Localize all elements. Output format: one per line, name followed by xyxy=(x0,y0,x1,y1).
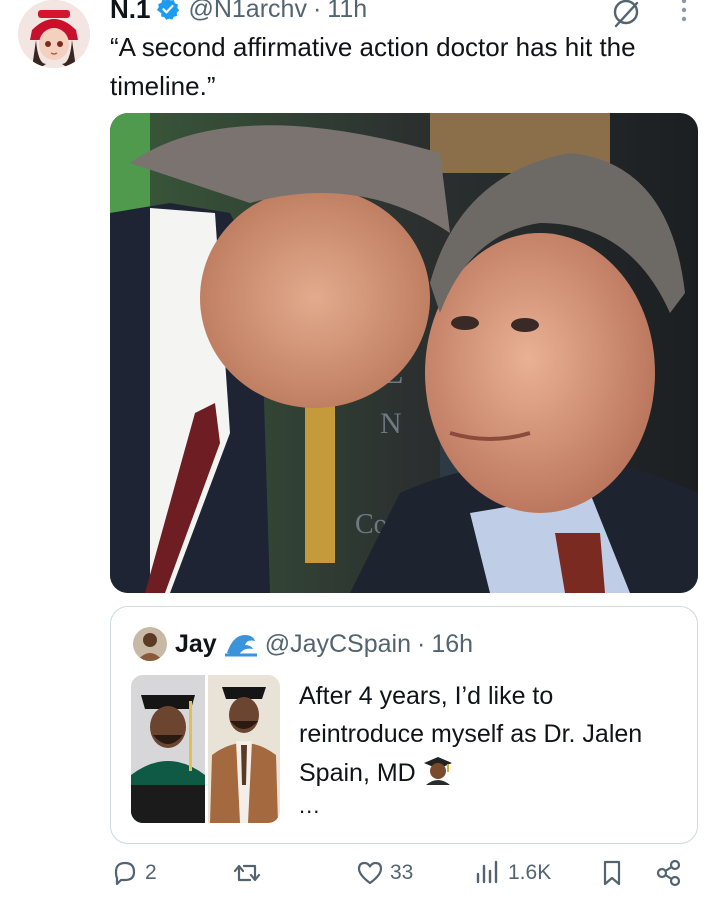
quoted-header-separator: · xyxy=(417,629,426,658)
share-icon xyxy=(656,859,681,887)
quoted-tweet-timestamp[interactable]: 16h xyxy=(431,630,473,659)
view-count: 1.6K xyxy=(508,861,552,884)
quoted-tweet-truncation: ... xyxy=(299,793,321,818)
svg-text:N: N xyxy=(380,407,402,440)
quoted-photo-2[interactable] xyxy=(208,675,280,823)
views-button[interactable]: 1.6K xyxy=(473,858,551,888)
bookmark-button[interactable] xyxy=(597,858,627,888)
grok-icon[interactable] xyxy=(610,0,642,30)
reply-icon xyxy=(114,861,136,886)
share-button[interactable] xyxy=(654,858,684,888)
quoted-tweet-card[interactable]: Jay @JayCSpain · 16h After 4 years, I’d … xyxy=(110,606,698,844)
header-separator: · xyxy=(312,0,322,23)
like-count: 33 xyxy=(390,861,414,884)
quoted-author-avatar[interactable] xyxy=(133,627,167,661)
bookmark-icon xyxy=(603,860,621,886)
quoted-photo-1[interactable] xyxy=(131,675,205,823)
author-display-name[interactable]: N.1 xyxy=(110,0,150,25)
author-avatar[interactable] xyxy=(18,0,90,68)
tweet-text: “A second affirmative action doctor has … xyxy=(110,32,636,101)
tweet-action-bar: 2 33 1.6K xyxy=(0,858,720,898)
tweet-photo[interactable]: RE N Co xyxy=(110,113,698,593)
tweet-header: N.1 @N1archv · 11h xyxy=(110,0,367,26)
retweet-button[interactable] xyxy=(232,858,267,888)
reply-button[interactable]: 2 xyxy=(110,858,157,888)
views-chart-icon xyxy=(476,860,498,884)
quoted-author-handle[interactable]: @JayCSpain xyxy=(265,630,411,659)
tweet-timestamp[interactable]: 11h xyxy=(327,0,367,24)
reply-count: 2 xyxy=(145,861,157,884)
retweet-icon xyxy=(233,864,261,882)
quoted-tweet-header: Jay @JayCSpain · 16h xyxy=(133,627,473,661)
more-options-icon[interactable] xyxy=(672,0,696,26)
like-button[interactable]: 33 xyxy=(355,858,413,888)
quoted-tweet-text: After 4 years, I’d like to reintroduce m… xyxy=(299,682,643,787)
author-handle[interactable]: @N1archv xyxy=(188,0,306,24)
water-wave-emoji xyxy=(224,635,257,657)
heart-icon xyxy=(357,861,383,885)
verified-badge-icon xyxy=(157,0,180,20)
graduate-emoji xyxy=(423,757,452,785)
quoted-author-name[interactable]: Jay xyxy=(175,630,217,659)
